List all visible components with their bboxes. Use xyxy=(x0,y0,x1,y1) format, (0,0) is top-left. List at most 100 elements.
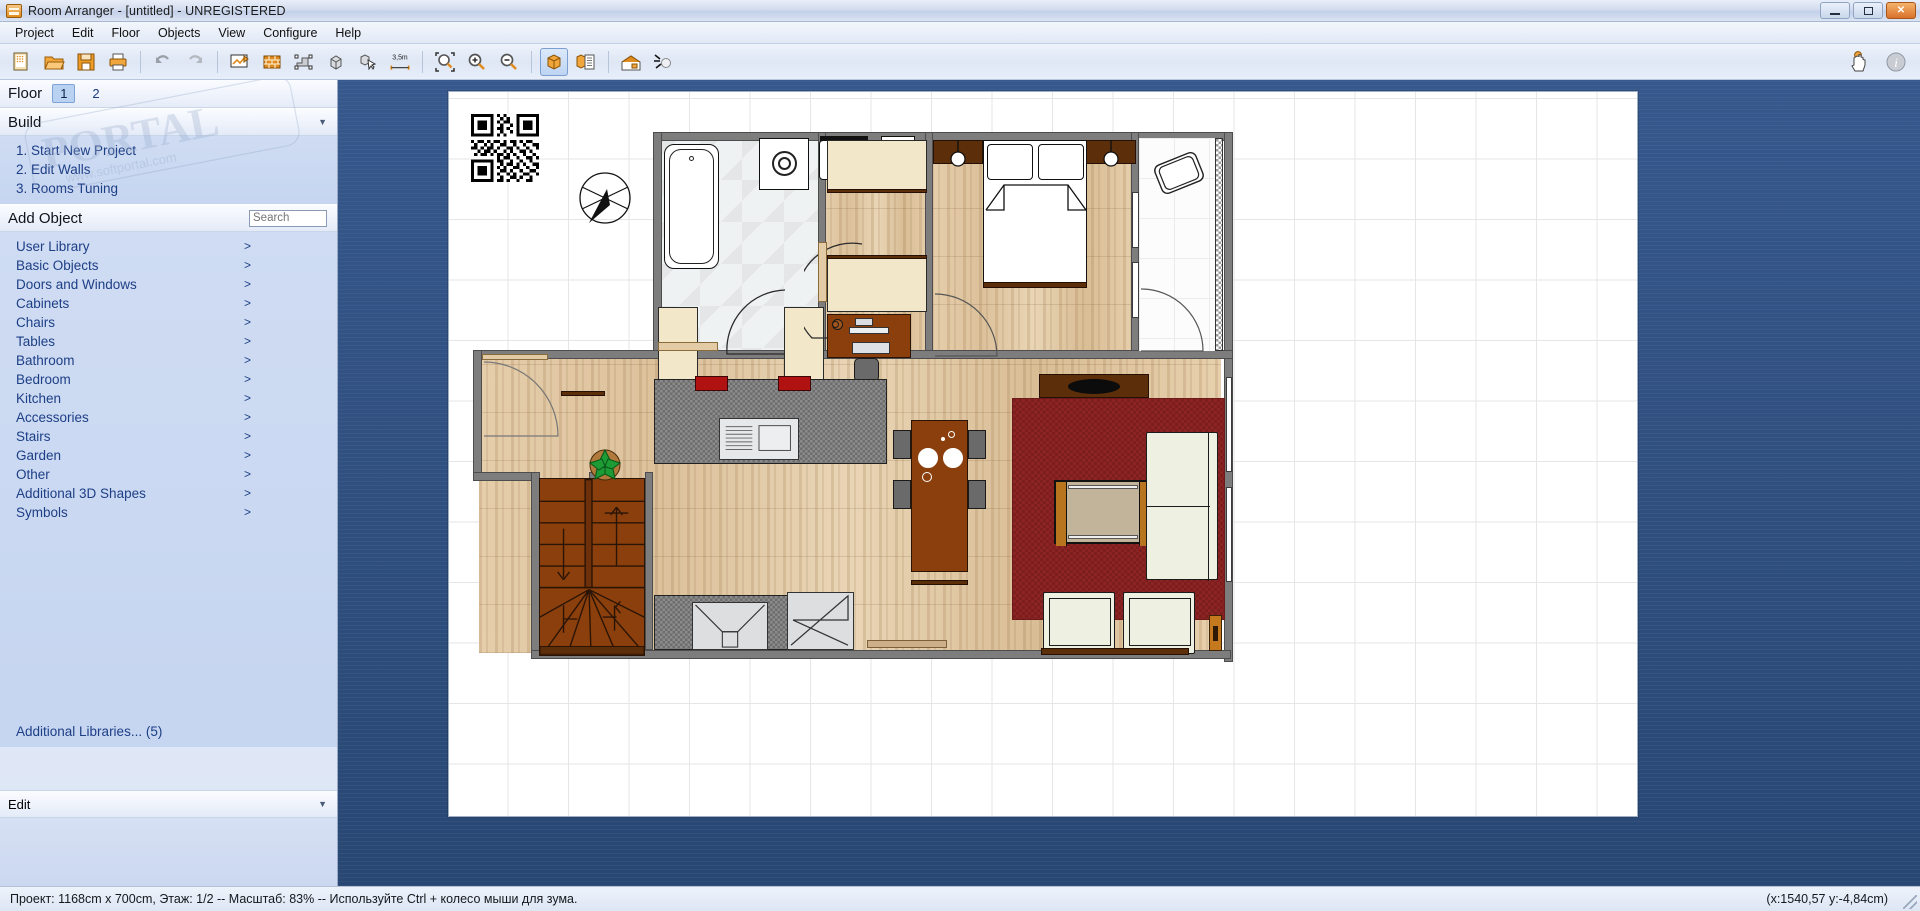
build-item-start-new-project[interactable]: 1. Start New Project xyxy=(0,141,337,160)
library-label: Other xyxy=(16,467,50,482)
kitchen-sink[interactable] xyxy=(692,602,768,650)
menu-help[interactable]: Help xyxy=(326,24,370,42)
build-item-rooms-tuning[interactable]: 3. Rooms Tuning xyxy=(0,179,337,198)
wardrobe-bottom[interactable] xyxy=(827,258,927,312)
entry-door[interactable] xyxy=(482,354,548,360)
dining-chair-3[interactable] xyxy=(968,430,986,459)
zoom-out-icon[interactable] xyxy=(495,48,523,76)
dishwasher[interactable] xyxy=(787,592,854,650)
living-window-2[interactable] xyxy=(1226,487,1232,582)
print-icon[interactable] xyxy=(104,48,132,76)
resize-grip[interactable] xyxy=(1903,895,1917,909)
library-item-basic-objects[interactable]: Basic Objects > xyxy=(0,256,337,275)
balcony-table[interactable] xyxy=(1149,144,1211,200)
armchair-left[interactable] xyxy=(1043,592,1115,654)
balcony-window-upper[interactable] xyxy=(1132,192,1139,248)
cooktop[interactable] xyxy=(719,418,799,460)
library-item-user-library[interactable]: User Library > xyxy=(0,237,337,256)
threshold xyxy=(867,640,947,648)
minimize-button[interactable] xyxy=(1820,2,1850,19)
zoom-fit-icon[interactable] xyxy=(431,48,459,76)
library-item-additional-3d-shapes[interactable]: Additional 3D Shapes > xyxy=(0,484,337,503)
library-label: Additional 3D Shapes xyxy=(16,486,146,501)
floorplan-canvas[interactable] xyxy=(448,91,1638,817)
edit-section-header[interactable]: Edit ▼ xyxy=(0,790,337,818)
house-view-icon[interactable] xyxy=(617,48,645,76)
object-3d-icon[interactable] xyxy=(322,48,350,76)
library-item-symbols[interactable]: Symbols > xyxy=(0,503,337,522)
edit-walls-icon[interactable] xyxy=(226,48,254,76)
info-icon[interactable]: i xyxy=(1882,48,1910,76)
library-label: Kitchen xyxy=(16,391,62,406)
library-item-garden[interactable]: Garden > xyxy=(0,446,337,465)
staircase[interactable] xyxy=(539,478,645,656)
kitchen-item-red-1[interactable] xyxy=(695,376,728,391)
zoom-in-icon[interactable] xyxy=(463,48,491,76)
menu-view[interactable]: View xyxy=(209,24,254,42)
title-bar: Room Arranger - [untitled] - UNREGISTERE… xyxy=(0,0,1920,22)
library-item-doors-and-windows[interactable]: Doors and Windows > xyxy=(0,275,337,294)
menu-edit[interactable]: Edit xyxy=(63,24,103,42)
dining-chair-4[interactable] xyxy=(968,480,986,509)
build-item-edit-walls[interactable]: 2. Edit Walls xyxy=(0,160,337,179)
library-item-tables[interactable]: Tables > xyxy=(0,332,337,351)
bathroom-door-sill[interactable] xyxy=(658,342,718,351)
kitchen-item-red-2[interactable] xyxy=(778,376,811,391)
canvas-area[interactable] xyxy=(338,80,1920,886)
sofa[interactable] xyxy=(1146,432,1218,581)
chevron-right-icon: > xyxy=(243,372,251,386)
open-project-icon[interactable] xyxy=(40,48,68,76)
floor-option-1[interactable]: 1 xyxy=(52,84,76,103)
library-item-bedroom[interactable]: Bedroom > xyxy=(0,370,337,389)
library-item-chairs[interactable]: Chairs > xyxy=(0,313,337,332)
wardrobe-top[interactable] xyxy=(827,140,927,190)
library-item-kitchen[interactable]: Kitchen > xyxy=(0,389,337,408)
library-item-cabinets[interactable]: Cabinets > xyxy=(0,294,337,313)
select-object-icon[interactable] xyxy=(354,48,382,76)
floor-option-2[interactable]: 2 xyxy=(85,85,106,102)
library-item-bathroom[interactable]: Bathroom > xyxy=(0,351,337,370)
build-section-header[interactable]: Build ▼ xyxy=(0,108,337,136)
plant[interactable] xyxy=(588,448,622,482)
save-project-icon[interactable] xyxy=(72,48,100,76)
light-icon[interactable] xyxy=(649,48,677,76)
desk[interactable] xyxy=(827,314,911,358)
menu-floor[interactable]: Floor xyxy=(102,24,148,42)
lamp-right-icon xyxy=(1103,140,1119,167)
bathtub[interactable] xyxy=(664,144,719,269)
brick-wall-icon[interactable] xyxy=(258,48,286,76)
restore-button[interactable] xyxy=(1853,2,1883,19)
dining-chair-1[interactable] xyxy=(893,430,911,459)
rooms-tuning-icon[interactable] xyxy=(290,48,318,76)
menu-objects[interactable]: Objects xyxy=(149,24,209,42)
library-label: Symbols xyxy=(16,505,68,520)
measure-icon[interactable]: 3,5m xyxy=(386,48,414,76)
menu-configure[interactable]: Configure xyxy=(254,24,326,42)
floor-lamp[interactable] xyxy=(1209,615,1222,651)
inner-door-sill[interactable] xyxy=(818,242,827,302)
library-label: Tables xyxy=(16,334,56,349)
redo-icon[interactable] xyxy=(181,48,209,76)
balcony-window-lower[interactable] xyxy=(1132,262,1139,318)
additional-libraries-link[interactable]: Additional Libraries... (5) xyxy=(0,722,337,741)
view-3d-icon[interactable] xyxy=(540,47,568,76)
dresser[interactable] xyxy=(1039,374,1149,398)
search-input[interactable] xyxy=(249,209,327,227)
library-item-stairs[interactable]: Stairs > xyxy=(0,427,337,446)
double-bed[interactable] xyxy=(983,140,1087,284)
hand-pointer-icon[interactable] xyxy=(1844,48,1872,76)
menu-project[interactable]: Project xyxy=(6,24,63,42)
chevron-right-icon: > xyxy=(243,277,251,291)
armchair-right[interactable] xyxy=(1123,592,1195,654)
library-item-accessories[interactable]: Accessories > xyxy=(0,408,337,427)
coffee-table[interactable] xyxy=(1054,480,1152,546)
close-button[interactable]: ✕ xyxy=(1886,2,1916,19)
new-project-icon[interactable] xyxy=(8,48,36,76)
dining-table[interactable] xyxy=(911,420,968,572)
library-item-other[interactable]: Other > xyxy=(0,465,337,484)
living-window-1[interactable] xyxy=(1226,377,1232,472)
shower[interactable] xyxy=(759,138,809,190)
object-list-icon[interactable] xyxy=(572,48,600,76)
dining-chair-2[interactable] xyxy=(893,480,911,509)
undo-icon[interactable] xyxy=(149,48,177,76)
